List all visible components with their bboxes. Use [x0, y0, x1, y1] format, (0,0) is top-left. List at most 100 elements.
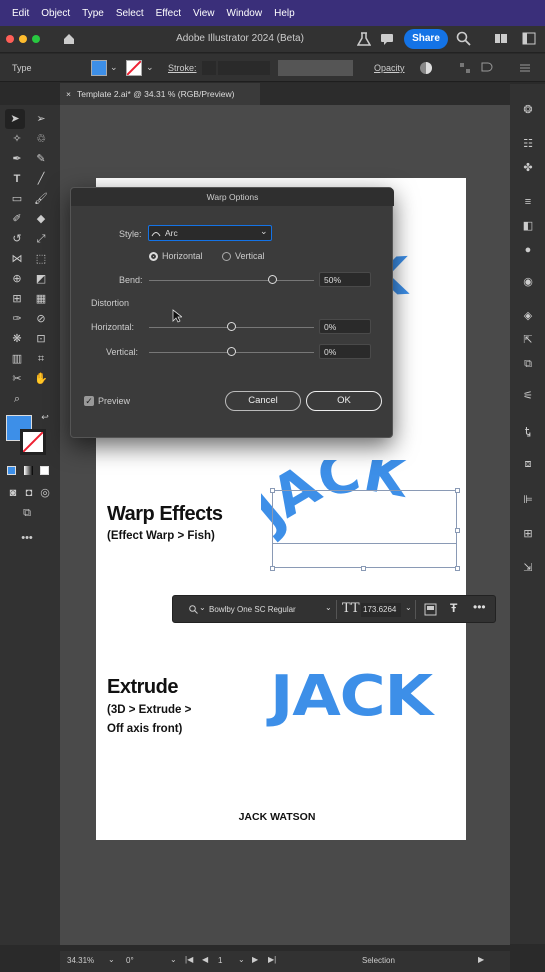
- minimize-window-icon[interactable]: [19, 35, 27, 43]
- selection-tool-icon[interactable]: ➤: [8, 112, 22, 126]
- arrange-panels-icon[interactable]: [522, 32, 536, 45]
- menu-object[interactable]: Object: [41, 8, 70, 19]
- direct-selection-tool-icon[interactable]: ➢: [34, 112, 48, 126]
- menu-effect[interactable]: Effect: [156, 8, 181, 19]
- chevron-down-icon[interactable]: ⌄: [110, 62, 118, 73]
- pathfinder-panel-icon[interactable]: ⧈: [520, 456, 536, 472]
- share-button[interactable]: Share: [404, 29, 448, 49]
- chevron-down-icon[interactable]: ⌄: [146, 62, 154, 73]
- distortion-horizontal-knob[interactable]: [226, 322, 236, 331]
- distortion-horizontal-input[interactable]: 0%: [319, 319, 371, 334]
- selection-handle[interactable]: [455, 488, 460, 493]
- menu-edit[interactable]: Edit: [12, 8, 29, 19]
- menu-window[interactable]: Window: [227, 8, 263, 19]
- symbol-sprayer-tool-icon[interactable]: ❋: [10, 332, 24, 346]
- graphic-styles-icon[interactable]: ◉: [520, 274, 536, 290]
- appearance-panel-icon[interactable]: ●: [520, 242, 536, 258]
- shaper-tool-icon[interactable]: ✐: [10, 212, 24, 226]
- none-mode-icon[interactable]: [40, 466, 49, 475]
- draw-inside-icon[interactable]: ◎: [38, 486, 52, 500]
- artboard-tool-icon[interactable]: ⌗: [34, 352, 48, 366]
- jack-warped-partial[interactable]: JACK: [386, 244, 461, 308]
- extrude-heading[interactable]: Extrude: [107, 676, 178, 699]
- swap-colors-icon[interactable]: ↩: [38, 410, 52, 424]
- stroke-label[interactable]: Stroke:: [168, 63, 197, 73]
- lasso-tool-icon[interactable]: ♲: [34, 132, 48, 146]
- previous-artboard-icon[interactable]: ◀: [202, 955, 208, 964]
- layers-panel-icon[interactable]: ◈: [520, 308, 536, 324]
- artboards-panel-icon[interactable]: ⧉: [520, 356, 536, 372]
- zoom-tool-icon[interactable]: ⌕: [10, 392, 24, 406]
- menu-lines-icon[interactable]: [518, 61, 532, 75]
- libraries-panel-icon[interactable]: ☷: [520, 136, 536, 152]
- zoom-level[interactable]: 34.31%: [67, 956, 94, 965]
- selection-handle[interactable]: [361, 566, 366, 571]
- fill-swatch[interactable]: [91, 60, 107, 76]
- selection-handle[interactable]: [270, 488, 275, 493]
- rotation-value[interactable]: 0°: [126, 956, 134, 965]
- gradient-tool-icon[interactable]: ▦: [34, 292, 48, 306]
- line-tool-icon[interactable]: ╱: [34, 172, 48, 186]
- extrude-subheading-1[interactable]: (3D > Extrude >: [107, 704, 191, 716]
- artboard-number[interactable]: 1: [218, 956, 222, 965]
- selection-handle[interactable]: [455, 566, 460, 571]
- document-tab[interactable]: × Template 2.ai* @ 34.31 % (RGB/Preview): [60, 83, 260, 105]
- gradient-mode-icon[interactable]: [24, 466, 33, 475]
- scale-tool-icon[interactable]: ⤢: [34, 232, 48, 246]
- stroke-swatch[interactable]: [126, 60, 142, 76]
- status-menu-icon[interactable]: ▶: [478, 955, 484, 964]
- distortion-vertical-input[interactable]: 0%: [319, 344, 371, 359]
- align-panel-icon[interactable]: ⚟: [520, 388, 536, 404]
- first-artboard-icon[interactable]: |◀: [185, 955, 193, 964]
- warp-heading[interactable]: Warp Effects: [107, 503, 223, 526]
- type-options-icon[interactable]: Ŧ: [450, 601, 457, 615]
- stroke-color-swatch[interactable]: [20, 429, 46, 455]
- width-tool-icon[interactable]: ⋈: [10, 252, 24, 266]
- warp-subheading[interactable]: (Effect Warp > Fish): [107, 530, 215, 542]
- stroke-panel-icon[interactable]: ≡: [520, 194, 536, 210]
- shape-builder-tool-icon[interactable]: ⊕: [10, 272, 24, 286]
- selection-handle[interactable]: [270, 566, 275, 571]
- color-mode-icon[interactable]: [7, 466, 16, 475]
- search-icon[interactable]: [456, 31, 471, 46]
- more-tools-icon[interactable]: •••: [20, 531, 34, 545]
- align-icon[interactable]: [458, 61, 472, 75]
- transparency-panel-icon[interactable]: ◧: [520, 218, 536, 234]
- puppet-warp-icon[interactable]: ✤: [520, 160, 536, 176]
- footer-name[interactable]: JACK WATSON: [96, 811, 458, 823]
- draw-behind-icon[interactable]: ◘: [22, 486, 36, 500]
- screen-mode-icon[interactable]: ⧉: [20, 506, 34, 520]
- asset-export-icon[interactable]: ⇱: [520, 332, 536, 348]
- properties-panel-icon[interactable]: ❂: [520, 102, 536, 118]
- jack-extrude[interactable]: JACK: [270, 664, 433, 729]
- draw-normal-icon[interactable]: ◙: [6, 486, 20, 500]
- magic-wand-tool-icon[interactable]: ✧: [10, 132, 24, 146]
- rotate-tool-icon[interactable]: ↺: [10, 232, 24, 246]
- column-graph-tool-icon[interactable]: ▥: [10, 352, 24, 366]
- chevron-down-icon[interactable]: ⌄: [325, 603, 332, 612]
- stroke-weight-input[interactable]: [218, 61, 270, 75]
- slice-tool-icon[interactable]: ✂: [10, 372, 24, 386]
- font-size-input[interactable]: 173.6264: [361, 603, 401, 617]
- distortion-vertical-knob[interactable]: [226, 347, 236, 356]
- style-select[interactable]: Arc: [148, 225, 272, 241]
- menu-select[interactable]: Select: [116, 8, 144, 19]
- close-window-icon[interactable]: [6, 35, 14, 43]
- menu-type[interactable]: Type: [82, 8, 104, 19]
- type-tool-icon[interactable]: T: [10, 172, 24, 186]
- eyedropper-tool-icon[interactable]: ✑: [10, 312, 24, 326]
- chevron-down-icon[interactable]: ⌄: [199, 603, 206, 612]
- chevron-down-icon[interactable]: ⌄: [238, 955, 245, 964]
- chevron-down-icon[interactable]: ⌄: [108, 955, 115, 964]
- variable-width-profile[interactable]: [278, 60, 353, 76]
- chevron-down-icon[interactable]: ⌄: [405, 603, 412, 612]
- recolor-icon[interactable]: [419, 61, 433, 75]
- menu-view[interactable]: View: [193, 8, 215, 19]
- transform-panel-icon[interactable]: ⊞: [520, 526, 536, 542]
- mesh-tool-icon[interactable]: ⊡: [34, 332, 48, 346]
- next-artboard-icon[interactable]: ▶: [252, 955, 258, 964]
- selection-bounding-box[interactable]: [272, 490, 457, 568]
- rectangle-tool-icon[interactable]: ▭: [10, 192, 24, 206]
- perspective-grid-tool-icon[interactable]: ⊞: [10, 292, 24, 306]
- curvature-tool-icon[interactable]: ✎: [34, 152, 48, 166]
